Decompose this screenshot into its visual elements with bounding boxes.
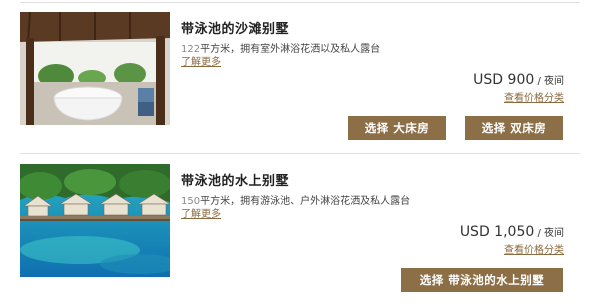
- beach-villa-photo[interactable]: [20, 12, 170, 125]
- room-price: USD 900 / 夜间: [473, 72, 564, 88]
- top-divider: [20, 2, 580, 3]
- view-rate-categories-link[interactable]: 查看价格分类: [504, 89, 564, 104]
- select-twin-room-button[interactable]: 选择 双床房: [465, 116, 563, 140]
- learn-more-link[interactable]: 了解更多: [181, 53, 221, 68]
- room-size-text: 平方米，拥有室外淋浴花洒以及私人露台: [200, 44, 381, 55]
- view-rate-categories-link[interactable]: 查看价格分类: [504, 241, 564, 256]
- water-villa-photo[interactable]: [20, 164, 170, 277]
- room-title: 带泳池的沙滩别墅: [181, 22, 290, 37]
- price-unit: / 夜间: [534, 76, 564, 87]
- price-unit: / 夜间: [534, 228, 564, 239]
- room-divider: [20, 153, 580, 154]
- select-king-room-button[interactable]: 选择 大床房: [348, 116, 446, 140]
- room-size-text: 平方米，拥有游泳池、户外淋浴花洒及私人露台: [200, 196, 411, 207]
- price-value: USD 900: [473, 72, 535, 88]
- select-water-villa-button[interactable]: 选择 带泳池的水上别墅: [401, 268, 563, 292]
- price-value: USD 1,050: [459, 224, 535, 240]
- learn-more-link[interactable]: 了解更多: [181, 205, 221, 220]
- room-title: 带泳池的水上别墅: [181, 174, 290, 189]
- room-price: USD 1,050 / 夜间: [460, 224, 564, 240]
